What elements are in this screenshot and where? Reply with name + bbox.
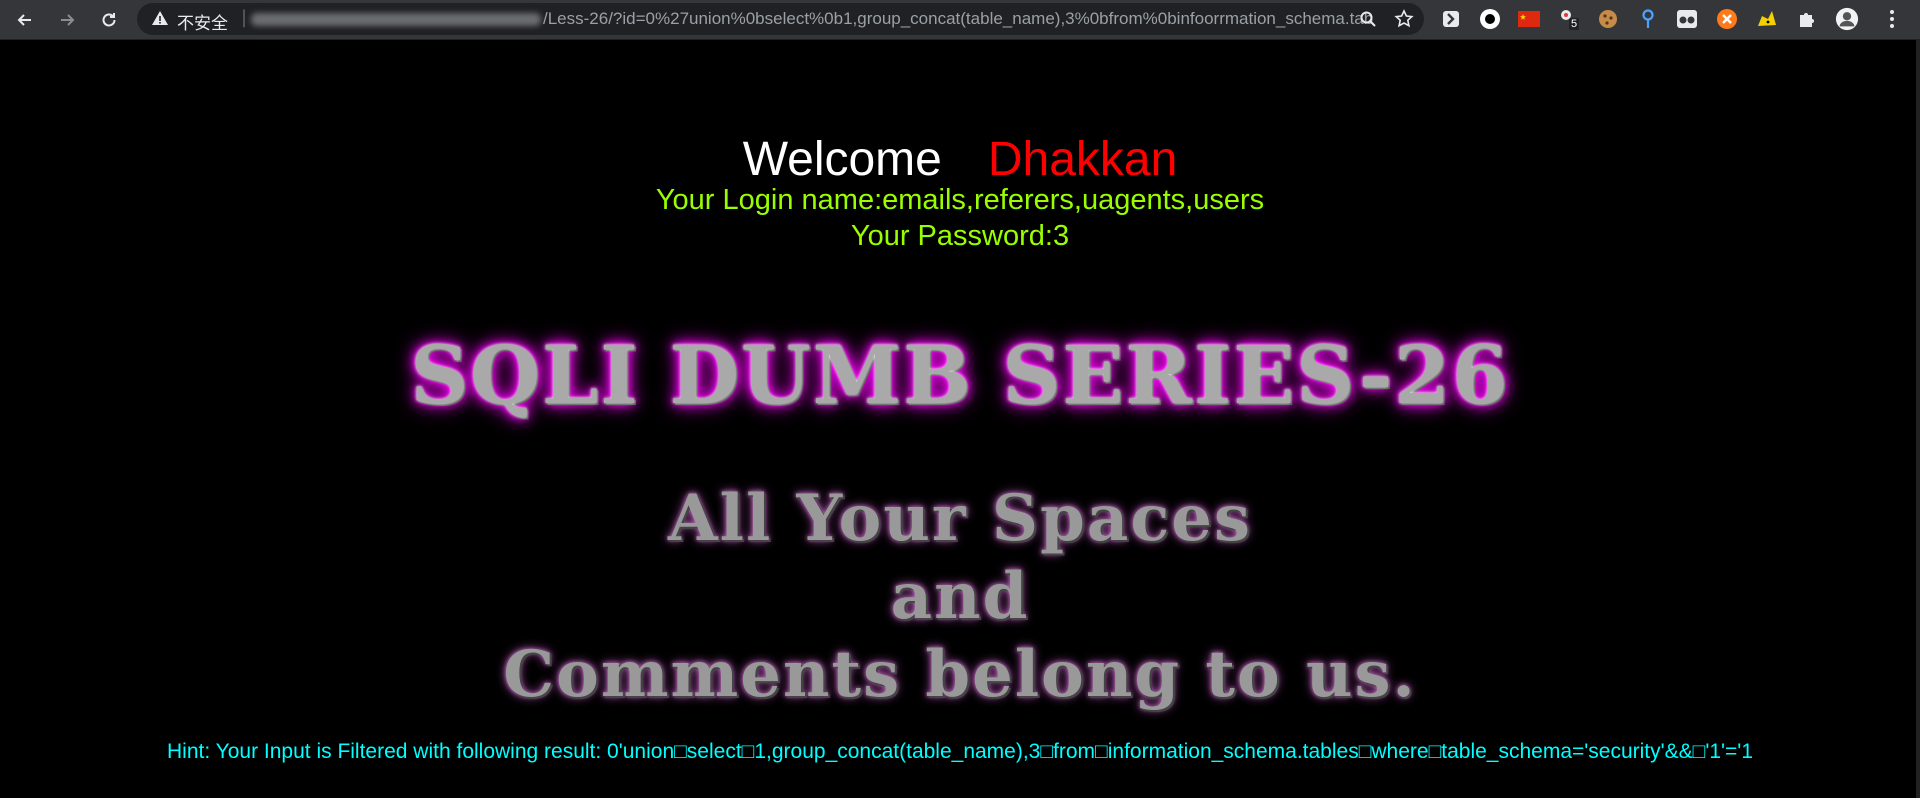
- welcome-line: Welcome Dhakkan: [0, 130, 1920, 190]
- welcome-text: Welcome: [742, 133, 942, 186]
- blurred-host: [251, 13, 541, 26]
- scrollbar[interactable]: [1916, 40, 1920, 798]
- password-line: Your Password:3: [850, 220, 1070, 252]
- extension-circle-icon[interactable]: [1478, 7, 1502, 31]
- address-bar[interactable]: 不安全 | /Less-26/?id=0%27union%0bselect%0b…: [137, 3, 1424, 35]
- browser-toolbar: 不安全 | /Less-26/?id=0%27union%0bselect%0b…: [0, 0, 1920, 40]
- back-icon[interactable]: [10, 5, 40, 35]
- url-text[interactable]: /Less-26/?id=0%27union%0bselect%0b1,grou…: [543, 9, 1373, 29]
- cookie-icon[interactable]: [1596, 7, 1620, 31]
- forward-icon[interactable]: [52, 5, 82, 35]
- extensions-puzzle-icon[interactable]: [1795, 7, 1819, 31]
- slogan-line-1: All Your Spaces: [667, 481, 1253, 556]
- slogan-line-2: and: [890, 559, 1030, 634]
- china-flag-icon[interactable]: [1517, 7, 1541, 31]
- location-pin-icon[interactable]: [1636, 7, 1660, 31]
- series-title-banner: SQLI DUMB SERIES-26: [410, 328, 1510, 422]
- pikachu-icon[interactable]: [1755, 7, 1779, 31]
- page-content: Welcome Dhakkan Your Login name:emails,re…: [0, 40, 1920, 798]
- extension-arrow-icon[interactable]: [1439, 7, 1463, 31]
- reload-icon[interactable]: [94, 5, 124, 35]
- bookmark-star-icon[interactable]: [1393, 8, 1415, 30]
- slogan-banner: All Your Spaces and Comments belong to u…: [0, 480, 1920, 714]
- orange-extension-icon[interactable]: [1715, 7, 1739, 31]
- login-name: Your Login name:emails,referers,uagents,…: [655, 184, 1265, 216]
- slogan-line-3: Comments belong to us.: [503, 637, 1417, 712]
- profile-avatar-icon[interactable]: [1835, 7, 1859, 31]
- filter-hint: Hint: Your Input is Filtered with follow…: [167, 740, 1753, 763]
- user-name: Dhakkan: [987, 133, 1178, 186]
- zoom-icon[interactable]: [1357, 8, 1379, 30]
- warning-icon[interactable]: [151, 9, 169, 27]
- security-label[interactable]: 不安全: [177, 9, 228, 34]
- extension-badge-icon[interactable]: 5: [1557, 7, 1581, 31]
- menu-kebab-icon[interactable]: [1880, 7, 1904, 31]
- login-info: Your Login name:emails,referers,uagents,…: [0, 182, 1920, 254]
- glasses-icon[interactable]: [1675, 7, 1699, 31]
- separator: |: [241, 7, 248, 28]
- extension-badge: 5: [1569, 18, 1580, 30]
